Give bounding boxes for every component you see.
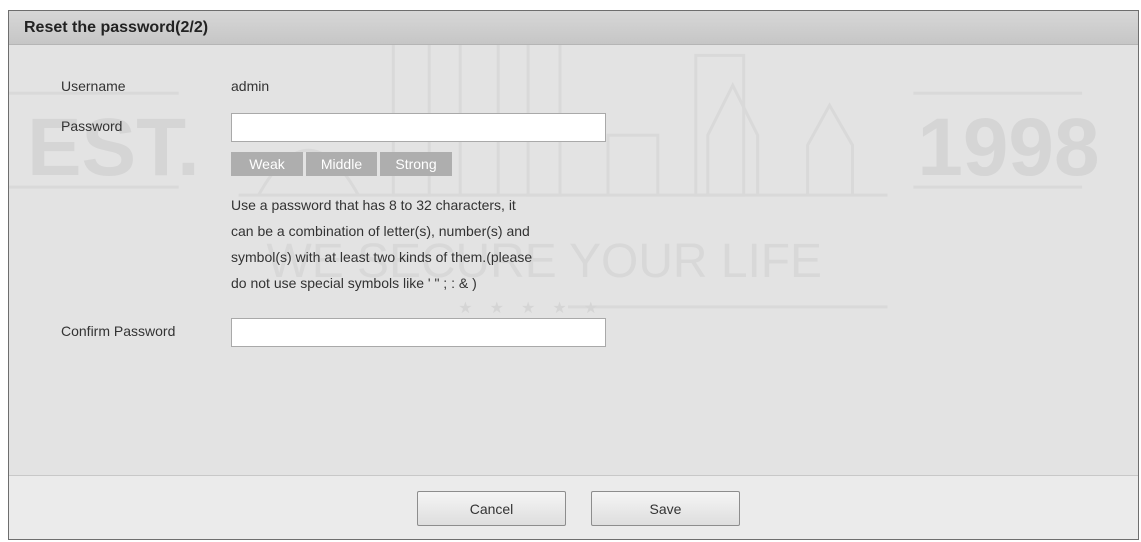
password-strength-meter: Weak Middle Strong — [231, 152, 452, 176]
reset-password-dialog: Reset the password(2/2) EST. 1998 WE SEC… — [8, 10, 1139, 540]
confirm-password-label: Confirm Password — [61, 323, 176, 339]
dialog-title: Reset the password(2/2) — [24, 19, 209, 36]
username-label: Username — [61, 78, 126, 94]
save-button[interactable]: Save — [591, 491, 740, 526]
password-input[interactable] — [231, 113, 606, 142]
top-strip — [0, 0, 1141, 10]
confirm-password-input[interactable] — [231, 318, 606, 347]
hint-line: can be a combination of letter(s), numbe… — [231, 223, 530, 239]
password-label: Password — [61, 118, 123, 134]
cancel-button[interactable]: Cancel — [417, 491, 566, 526]
hint-line: do not use special symbols like ' " ; : … — [231, 275, 477, 291]
hint-line: Use a password that has 8 to 32 characte… — [231, 197, 516, 213]
watermark-est: EST. — [27, 102, 200, 193]
strength-middle: Middle — [306, 152, 377, 176]
username-value: admin — [231, 78, 270, 94]
dialog-footer: Cancel Save — [9, 475, 1138, 539]
dialog-title-bar: Reset the password(2/2) — [9, 10, 1138, 45]
password-hint: Use a password that has 8 to 32 characte… — [231, 192, 631, 296]
watermark-year: 1998 — [917, 102, 1099, 193]
watermark-stars: ★ ★ ★ ★ ★ — [458, 298, 604, 317]
strength-strong: Strong — [380, 152, 452, 176]
hint-line: symbol(s) with at least two kinds of the… — [231, 249, 533, 265]
strength-weak: Weak — [231, 152, 303, 176]
